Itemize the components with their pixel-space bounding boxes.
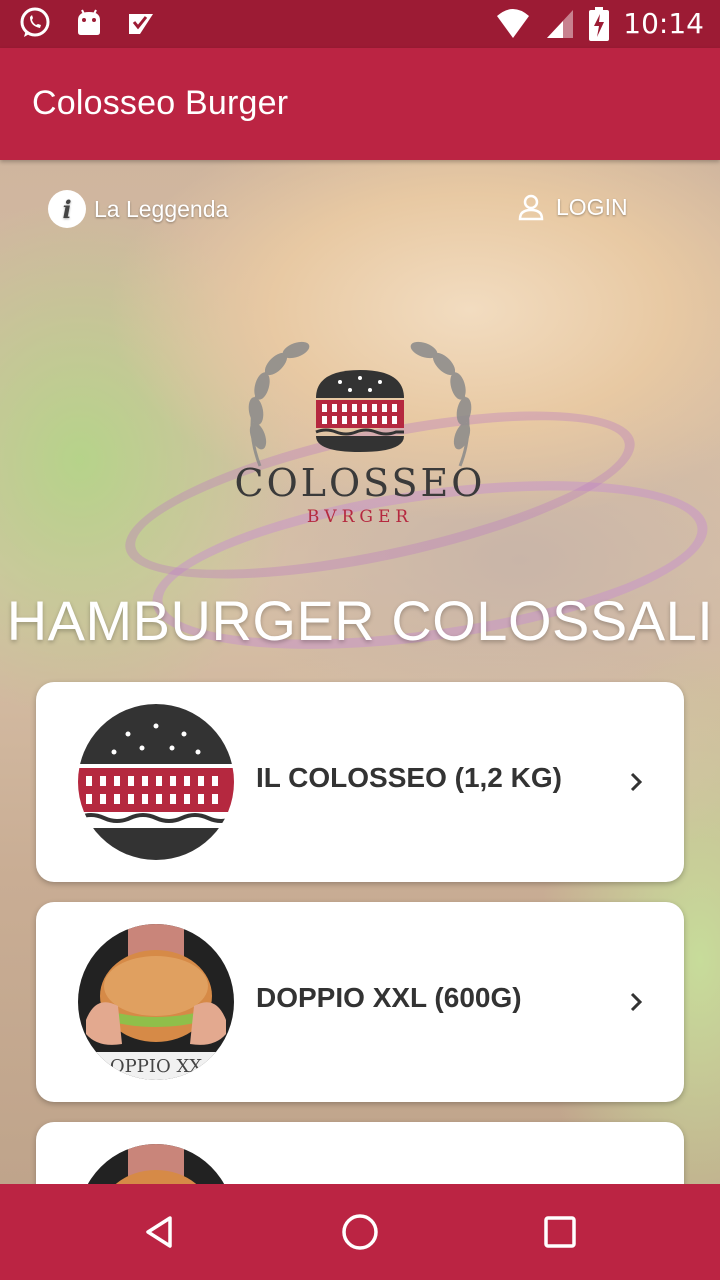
chevron-right-icon bbox=[630, 772, 643, 792]
doppio-xxl-thumbnail: OPPIO XX bbox=[78, 924, 234, 1080]
task-check-icon bbox=[129, 14, 153, 34]
status-clock: 10:14 bbox=[623, 7, 704, 40]
main-content[interactable]: i La Leggenda LOGIN COLOSSEO BVRGER HAMB… bbox=[0, 160, 720, 1184]
android-icon bbox=[78, 9, 100, 35]
legend-label: La Leggenda bbox=[94, 195, 229, 222]
info-icon: i bbox=[48, 190, 86, 228]
logo-subname: BVRGER bbox=[307, 507, 413, 527]
battery-charging-icon bbox=[589, 7, 610, 41]
colosseo-burger-thumbnail bbox=[78, 704, 234, 860]
app-bar: Colosseo Burger bbox=[0, 48, 720, 160]
menu-item-colosseo[interactable]: IL COLOSSEO (1,2 KG) bbox=[36, 682, 684, 882]
navigation-bar bbox=[0, 1184, 720, 1280]
headline: HAMBURGER COLOSSALI bbox=[6, 589, 714, 652]
whatsapp-icon bbox=[20, 7, 50, 37]
login-label: LOGIN bbox=[556, 193, 628, 220]
home-icon bbox=[342, 1214, 378, 1250]
chevron-right-icon bbox=[630, 992, 643, 1012]
thumbnail-caption: OPPIO XX bbox=[110, 1056, 202, 1077]
menu-item-partial[interactable] bbox=[36, 1122, 684, 1184]
top-links: i La Leggenda LOGIN bbox=[0, 190, 720, 234]
legend-link[interactable]: i La Leggenda bbox=[48, 190, 228, 228]
login-link[interactable]: LOGIN bbox=[516, 192, 628, 222]
recents-button[interactable] bbox=[536, 1208, 584, 1256]
back-icon bbox=[146, 1216, 172, 1248]
menu-item-doppio-xxl[interactable]: OPPIO XX DOPPIO XXL (600G) bbox=[36, 902, 684, 1102]
colosseo-logo: COLOSSEO BVRGER bbox=[220, 316, 500, 536]
burger-thumbnail bbox=[78, 1144, 234, 1184]
user-icon bbox=[518, 194, 544, 221]
home-button[interactable] bbox=[336, 1208, 384, 1256]
app-title: Colosseo Burger bbox=[32, 84, 289, 122]
logo-name: COLOSSEO bbox=[235, 461, 486, 505]
recents-icon bbox=[544, 1216, 576, 1248]
status-bar: 10:14 bbox=[0, 0, 720, 48]
back-button[interactable] bbox=[136, 1208, 184, 1256]
wifi-icon bbox=[497, 9, 530, 38]
menu-item-label: IL COLOSSEO (1,2 KG) bbox=[256, 762, 562, 793]
menu-item-label: DOPPIO XXL (600G) bbox=[256, 982, 522, 1013]
signal-icon bbox=[547, 10, 574, 38]
